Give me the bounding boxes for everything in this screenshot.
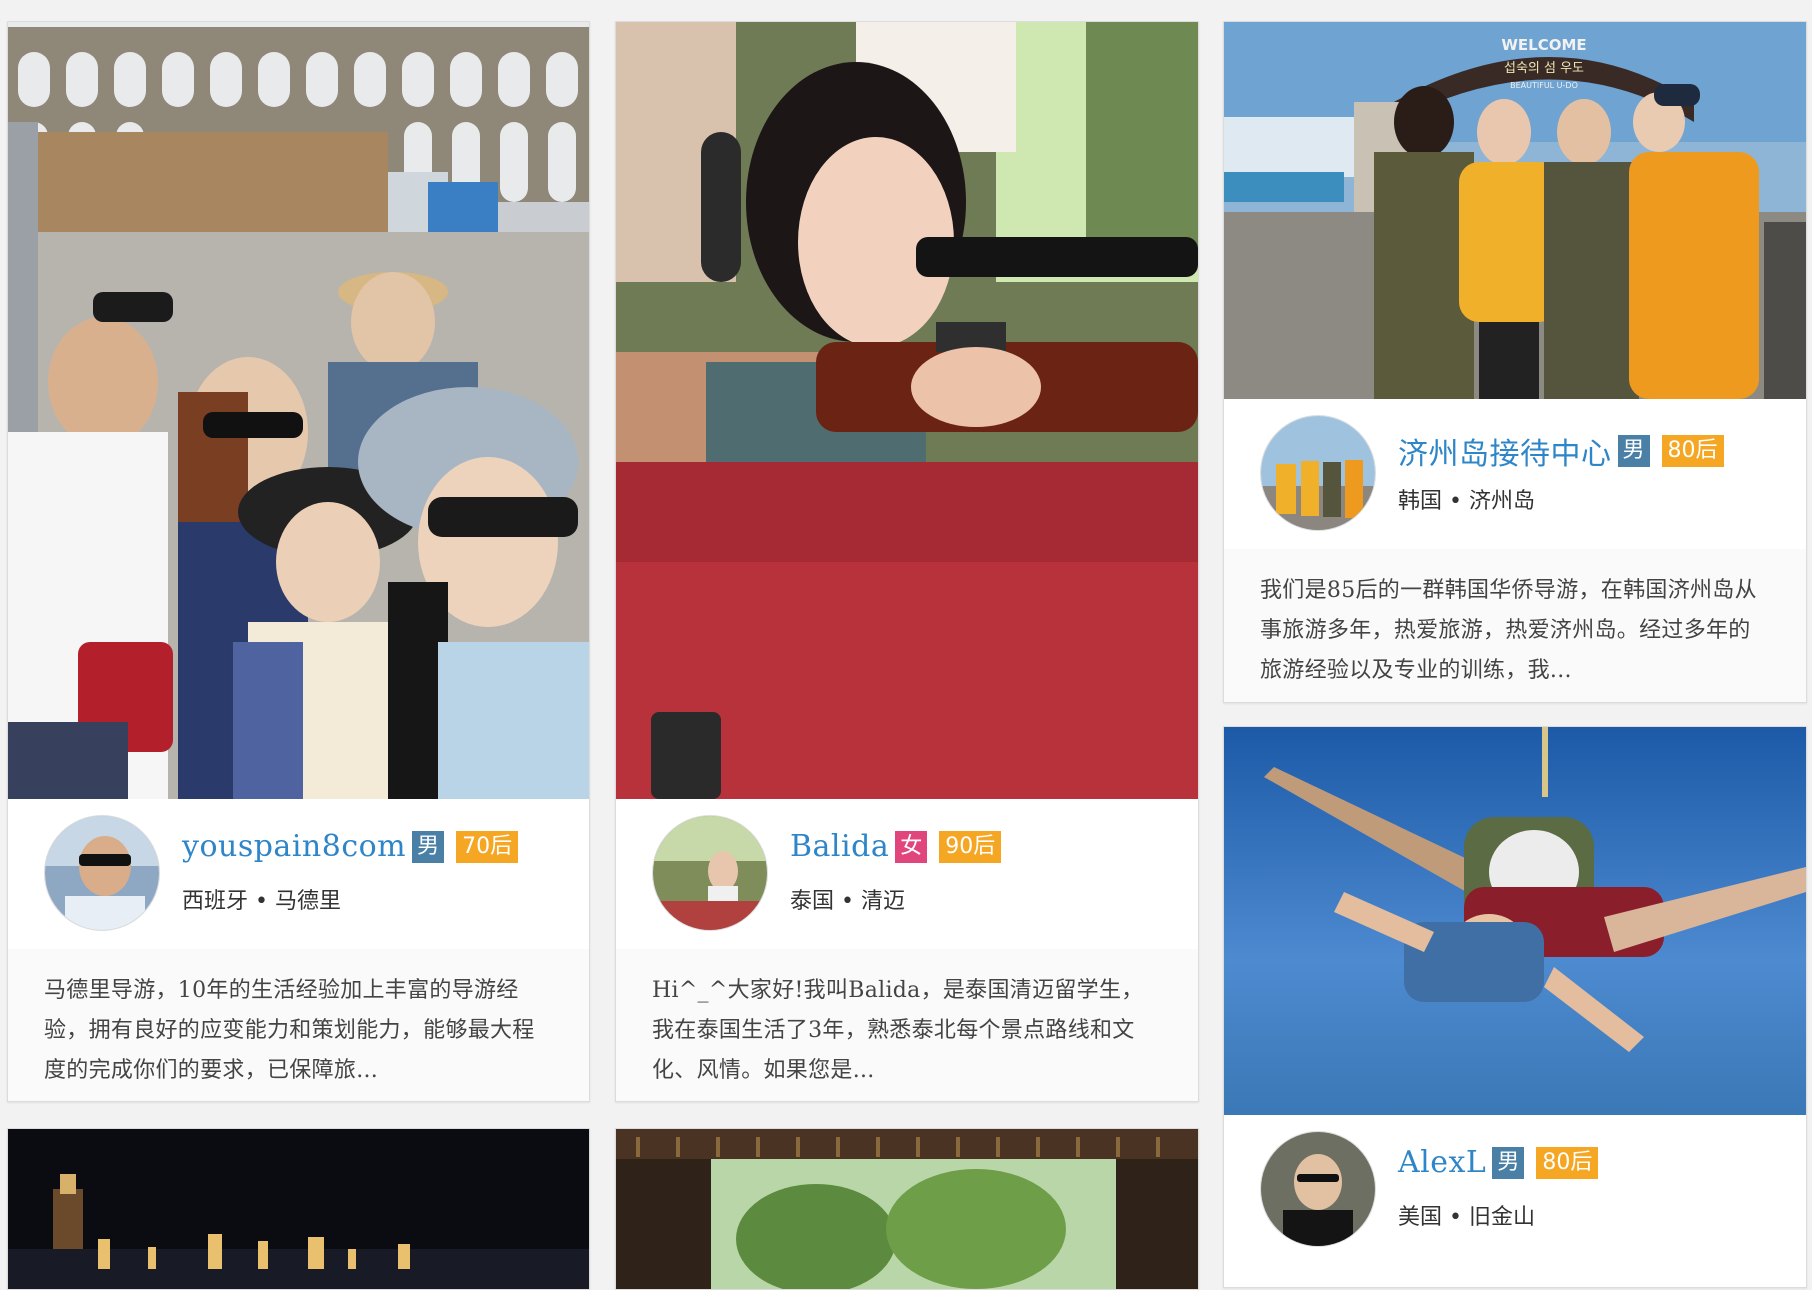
guide-photo-skydiving[interactable] bbox=[1224, 727, 1806, 1115]
guide-card-youspain8com[interactable]: youspain8com 男 70后 西班牙 • 马德里 马德里导游，10年的生活经… bbox=[7, 21, 590, 1102]
gender-badge: 女 bbox=[895, 830, 928, 863]
korean-sign: 섭숙의 섬 우도 bbox=[1504, 61, 1584, 76]
guide-location: 韩国 • 济州岛 bbox=[1398, 489, 1535, 514]
gender-badge: 男 bbox=[412, 830, 445, 863]
guide-profile: youspain8com 男 70后 西班牙 • 马德里 bbox=[8, 799, 589, 950]
guide-profile: 济州岛接待中心男 80后 韩国 • 济州岛 bbox=[1224, 399, 1806, 550]
era-badge: 90后 bbox=[939, 830, 1002, 863]
welcome-sign: WELCOME bbox=[1501, 36, 1586, 54]
guide-location: 美国 • 旧金山 bbox=[1398, 1205, 1535, 1230]
guide-avatar[interactable] bbox=[652, 815, 768, 931]
guide-name[interactable]: Balida bbox=[790, 829, 889, 864]
guide-location: 西班牙 • 马德里 bbox=[182, 889, 341, 914]
guide-photo-udo-group[interactable]: WELCOME 섭숙의 섬 우도 BEAUTIFUL U-DO bbox=[1224, 22, 1806, 399]
guide-photo-shooting-range[interactable] bbox=[616, 22, 1198, 799]
guide-photo-segovia-group[interactable] bbox=[8, 22, 589, 799]
udo-sign: BEAUTIFUL U-DO bbox=[1510, 81, 1578, 90]
era-badge: 80后 bbox=[1661, 435, 1724, 467]
guide-card-partial-2[interactable] bbox=[615, 1128, 1199, 1290]
guide-profile: Balida 女 90后 泰国 • 清迈 bbox=[616, 799, 1198, 950]
guide-card-partial-1[interactable] bbox=[7, 1128, 590, 1290]
era-badge: 70后 bbox=[456, 830, 519, 863]
guide-avatar[interactable] bbox=[1260, 1131, 1376, 1247]
gender-badge: 男 bbox=[1617, 435, 1650, 467]
guide-name[interactable]: youspain8com bbox=[182, 829, 406, 864]
guide-avatar[interactable] bbox=[1260, 415, 1376, 531]
guide-profile: AlexL 男 80后 美国 • 旧金山 bbox=[1224, 1115, 1806, 1265]
guide-description: 我们是85后的一群韩国华侨导游，在韩国济州岛从事旅游多年，热爱旅游，热爱济州岛。… bbox=[1224, 549, 1806, 702]
gender-badge: 男 bbox=[1492, 1146, 1525, 1179]
guide-name[interactable]: AlexL bbox=[1398, 1145, 1486, 1180]
guide-photo-night-skyline[interactable] bbox=[8, 1129, 589, 1289]
guide-avatar[interactable] bbox=[44, 815, 160, 931]
guide-card-balida[interactable]: Balida 女 90后 泰国 • 清迈 Hi^_^大家好!我叫Balida，是泰国… bbox=[615, 21, 1199, 1102]
guide-photo-garden[interactable] bbox=[616, 1129, 1198, 1289]
era-badge: 80后 bbox=[1536, 1146, 1599, 1179]
guide-name[interactable]: 济州岛接待中心 bbox=[1398, 437, 1612, 472]
guide-description: 马德里导游，10年的生活经验加上丰富的导游经验，拥有良好的应变能力和策划能力，能… bbox=[8, 949, 589, 1101]
guide-card-jeju[interactable]: WELCOME 섭숙의 섬 우도 BEAUTIFUL U-DO 济州岛接待中心 … bbox=[1223, 21, 1807, 703]
guide-card-alexl[interactable]: AlexL 男 80后 美国 • 旧金山 bbox=[1223, 726, 1807, 1288]
guide-location: 泰国 • 清迈 bbox=[790, 889, 905, 914]
guide-description: Hi^_^大家好!我叫Balida，是泰国清迈留学生，我在泰国生活了3年，熟悉泰… bbox=[616, 949, 1198, 1101]
